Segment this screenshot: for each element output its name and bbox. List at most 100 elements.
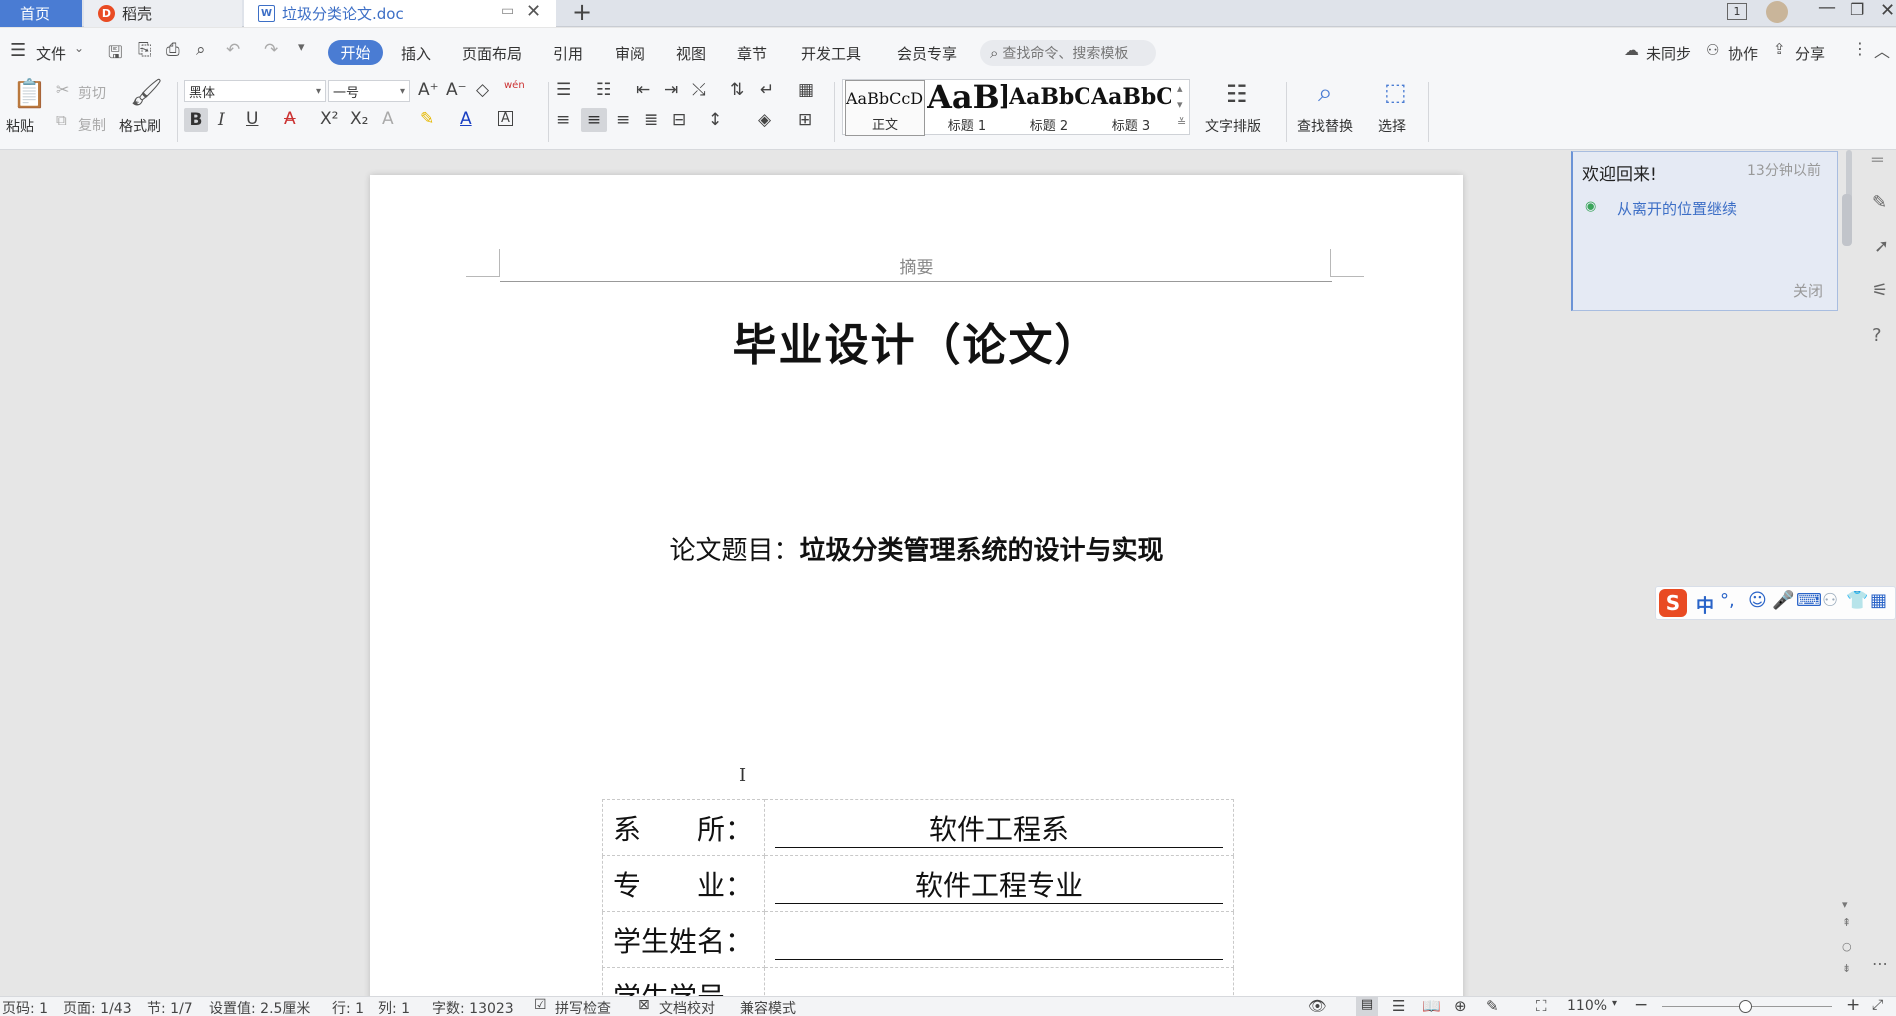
font-size-select[interactable]: 一号 ▾ [328,80,410,102]
style-heading-2[interactable]: AaBbC 标题 2 [1009,80,1089,136]
style-scroll-up-icon[interactable]: ▴ [1177,82,1183,95]
more-menu-icon[interactable]: ⋮ [1852,39,1868,58]
underline-icon[interactable]: U [246,111,258,128]
tab-developer[interactable]: 开发工具 [801,43,861,64]
format-painter-icon[interactable]: 🖌 [130,80,163,106]
style-heading-1[interactable]: AaBl 标题 1 [927,80,1007,136]
fullscreen-icon[interactable]: ⤢ [1872,997,1883,1013]
bold-icon[interactable]: B [184,108,208,132]
zoom-level[interactable]: 110% [1567,998,1607,1014]
help-icon[interactable]: ? [1872,325,1882,346]
pen-icon[interactable]: ✎ [1872,192,1887,213]
tab-chapter[interactable]: 章节 [737,43,767,64]
format-painter-button[interactable]: 格式刷 [119,116,161,136]
paste-button[interactable]: 粘贴 [6,116,34,136]
zoom-dropdown-icon[interactable]: ▾ [1612,998,1617,1009]
ime-mode[interactable]: 中 [1696,592,1714,618]
shrink-font-icon[interactable]: A⁻ [446,82,467,99]
status-word-count[interactable]: 字数: 13023 [432,998,514,1016]
tab-start[interactable]: 开始 [328,40,383,65]
account-icon[interactable]: ⚇ [1822,590,1838,611]
align-left-icon[interactable]: ≡ [556,112,570,129]
superscript-icon[interactable]: X² [320,111,338,128]
tab-view[interactable]: 视图 [676,43,706,64]
style-scroll-down-icon[interactable]: ▾ [1177,98,1183,111]
sliders-icon[interactable]: ⚟ [1872,280,1888,301]
clear-format-icon[interactable]: ◇ [476,82,489,99]
status-setting[interactable]: 设置值: 2.5厘米 [209,998,310,1016]
show-marks-icon[interactable]: ↵ [760,82,774,99]
tab-review[interactable]: 审阅 [615,43,645,64]
grow-font-icon[interactable]: A⁺ [418,82,439,99]
export-icon[interactable]: ⎘ [138,40,152,60]
text-effect-icon[interactable]: A [382,111,394,128]
table-grid-icon[interactable]: ▦ [798,82,814,99]
chevron-down-icon[interactable]: ⌄ [74,41,84,55]
toolbox-icon[interactable]: ▦ [1870,590,1887,611]
document-page[interactable]: 摘要 毕业设计（论文） 论文题目：垃圾分类管理系统的设计与实现 I 系 所： 软… [370,175,1463,996]
tab-member[interactable]: 会员专享 [897,43,957,64]
window-close-icon[interactable]: ✕ [1880,0,1895,21]
save-icon[interactable]: 🖫 [108,40,122,69]
punctuation-icon[interactable]: °, [1720,590,1735,611]
tab-close-icon[interactable]: ✕ [526,1,541,22]
share-button[interactable]: 分享 [1795,43,1825,64]
print-icon[interactable]: ⎙ [166,40,180,60]
window-count-badge[interactable]: 1 [1727,3,1747,20]
justify-icon[interactable]: ≣ [644,112,658,129]
highlight-icon[interactable]: ✎ [420,111,434,128]
resume-position-link[interactable]: 从离开的位置继续 [1617,198,1737,219]
pinyin-guide-icon[interactable]: wén [504,80,525,91]
text-layout-button[interactable]: 文字排版 [1205,116,1261,136]
paste-icon[interactable]: 📋 [12,80,47,108]
status-page-code[interactable]: 页码: 1 [2,998,48,1016]
keyboard-icon[interactable]: ⌨ [1796,590,1822,611]
next-page-icon[interactable]: ⇟ [1842,962,1851,975]
read-view-icon[interactable]: 📖 [1422,997,1441,1015]
text-layout-icon[interactable]: ☷ [1226,82,1248,106]
undo-icon[interactable]: ↶ [226,40,240,60]
cut-button[interactable]: 剪切 [78,83,106,103]
fit-page-icon[interactable]: ⛶ [1536,997,1547,1015]
proof-button[interactable]: 文档校对 [659,998,715,1016]
shading-icon[interactable]: ◈ [758,112,771,129]
subscript-icon[interactable]: X₂ [350,111,368,128]
chinese-layout-icon[interactable]: ⤯ [692,82,706,99]
increase-indent-icon[interactable]: ⇥ [664,82,678,99]
restore-icon[interactable]: ❐ [1850,0,1864,19]
tab-page-layout[interactable]: 页面布局 [462,43,522,64]
bullet-list-icon[interactable]: ☰ [556,82,571,99]
scrollbar-thumb[interactable] [1842,194,1852,246]
status-col[interactable]: 列: 1 [378,998,410,1016]
zoom-in-icon[interactable]: + [1846,995,1860,1015]
status-page[interactable]: 页面: 1/43 [63,998,132,1016]
new-tab-icon[interactable]: + [572,0,592,26]
strikethrough-icon[interactable]: A [284,111,296,128]
font-color-icon[interactable]: A [460,111,472,128]
find-replace-button[interactable]: 查找替换 [1297,116,1353,136]
hamburger-icon[interactable]: ☰ [10,40,26,61]
print-preview-icon[interactable]: ⌕ [196,40,206,60]
style-heading-3[interactable]: AaBbC 标题 3 [1091,80,1171,136]
page-view-icon[interactable]: ▤ [1356,997,1378,1016]
select-button[interactable]: 选择 [1378,116,1406,136]
web-view-icon[interactable]: ⊕ [1454,997,1467,1015]
tab-insert[interactable]: 插入 [401,43,431,64]
redo-icon[interactable]: ↷ [264,40,278,60]
decrease-indent-icon[interactable]: ⇤ [636,82,650,99]
zoom-slider-thumb[interactable] [1739,1000,1752,1013]
quick-access-more-icon[interactable]: ▾ [298,40,305,55]
char-border-icon[interactable]: A [498,111,513,126]
numbered-list-icon[interactable]: ☷ [596,82,611,99]
find-replace-icon[interactable]: ⌕ [1318,80,1333,106]
copy-button[interactable]: 复制 [78,115,106,135]
tab-float-icon[interactable]: ▭ [501,3,514,19]
sync-status[interactable]: 未同步 [1646,43,1691,64]
write-view-icon[interactable]: ✎ [1486,997,1499,1015]
command-search-input[interactable]: ⌕ 查找命令、搜索模板 [980,40,1156,66]
select-browse-icon[interactable]: ○ [1842,940,1852,953]
voice-icon[interactable]: 🎤 [1772,590,1794,611]
borders-icon[interactable]: ⊞ [798,112,812,129]
tab-document[interactable]: W 垃圾分类论文.doc ▭ ✕ [244,0,556,27]
outline-view-icon[interactable]: ☰ [1392,997,1405,1015]
